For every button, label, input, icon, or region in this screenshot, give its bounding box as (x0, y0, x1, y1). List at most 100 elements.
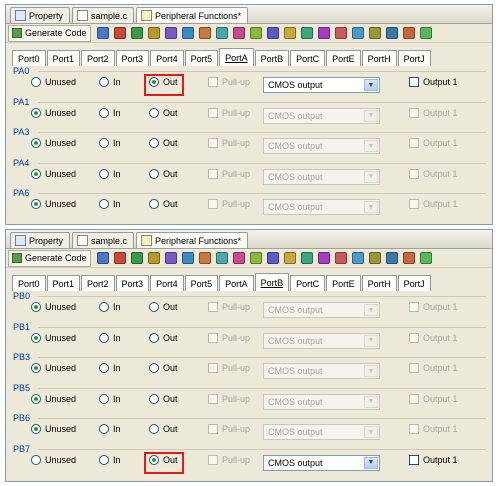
tab-peripheral-functions[interactable]: Peripheral Functions* (136, 232, 249, 248)
checkbox-box[interactable] (208, 424, 218, 434)
checkbox-box[interactable] (409, 454, 419, 465)
pb-in-radio[interactable]: In (99, 302, 121, 312)
toolbar-tool-7-icon[interactable] (199, 252, 212, 264)
radio-circle[interactable] (149, 199, 159, 209)
port-tab-portj[interactable]: PortJ (397, 50, 431, 66)
output-1-checkbox[interactable]: Output 1 (409, 77, 458, 87)
output-type-select[interactable]: CMOS output ▼ (263, 424, 380, 440)
radio-circle[interactable] (99, 138, 109, 148)
radio-circle[interactable] (149, 302, 159, 312)
port-tab-portj[interactable]: PortJ (397, 275, 431, 291)
pull-up-checkbox[interactable]: Pull-up (208, 332, 250, 343)
toolbar-tool-8-icon[interactable] (216, 252, 229, 264)
toolbar-tool-2-icon[interactable] (114, 27, 127, 39)
pull-up-checkbox[interactable]: Pull-up (208, 454, 250, 465)
toolbar-tool-1-icon[interactable] (97, 27, 110, 39)
output-type-select[interactable]: CMOS output ▼ (263, 107, 380, 124)
toolbar-tool-17-icon[interactable] (369, 27, 382, 39)
toolbar-tool-5-icon[interactable] (165, 252, 178, 264)
port-tab-portb[interactable]: PortB (254, 273, 290, 291)
pull-up-checkbox[interactable]: Pull-up (208, 393, 250, 404)
output-1-checkbox[interactable]: Output 1 (409, 199, 458, 209)
checkbox-box[interactable] (409, 424, 419, 434)
chevron-down-icon[interactable]: ▼ (364, 170, 378, 183)
toolbar-tool-9-icon[interactable] (233, 252, 246, 264)
pb-unused-radio[interactable]: Unused (31, 363, 76, 373)
chevron-down-icon[interactable]: ▼ (364, 201, 378, 213)
port-tab-porta[interactable]: PortA (219, 275, 254, 291)
toolbar-tool-17-icon[interactable] (369, 252, 382, 264)
radio-circle[interactable] (31, 77, 41, 87)
radio-circle[interactable] (31, 393, 41, 404)
toolbar-tool-6-icon[interactable] (182, 252, 195, 264)
checkbox-box[interactable] (409, 168, 419, 179)
radio-circle[interactable] (99, 107, 109, 118)
toolbar-tool-16-icon[interactable] (352, 252, 365, 264)
port-tab-port1[interactable]: Port1 (46, 50, 81, 66)
checkbox-box[interactable] (409, 199, 419, 209)
toolbar-tool-19-icon[interactable] (403, 252, 416, 264)
port-tab-porth[interactable]: PortH (361, 50, 397, 66)
pull-up-checkbox[interactable]: Pull-up (208, 77, 250, 87)
pa-unused-radio[interactable]: Unused (31, 107, 76, 118)
pb-out-radio[interactable]: Out (149, 393, 178, 404)
toolbar-tool-8-icon[interactable] (216, 27, 229, 39)
checkbox-box[interactable] (208, 107, 218, 118)
output-type-select[interactable]: CMOS output ▼ (263, 454, 380, 471)
pull-up-checkbox[interactable]: Pull-up (208, 168, 250, 179)
checkbox-box[interactable] (409, 393, 419, 404)
pb-unused-radio[interactable]: Unused (31, 302, 76, 312)
output-type-select[interactable]: CMOS output ▼ (263, 199, 380, 215)
port-tab-port5[interactable]: Port5 (184, 275, 219, 291)
port-tab-porte[interactable]: PortE (326, 275, 361, 291)
checkbox-box[interactable] (208, 302, 218, 312)
toolbar-tool-15-icon[interactable] (335, 27, 348, 39)
output-type-select[interactable]: CMOS output ▼ (263, 168, 380, 185)
toolbar-tool-18-icon[interactable] (386, 27, 399, 39)
radio-circle[interactable] (99, 77, 109, 87)
toolbar-tool-15-icon[interactable] (335, 252, 348, 264)
toolbar-tool-3-icon[interactable] (131, 27, 144, 39)
pa-unused-radio[interactable]: Unused (31, 199, 76, 209)
radio-circle[interactable] (31, 363, 41, 373)
toolbar-tool-4-icon[interactable] (148, 252, 161, 264)
output-1-checkbox[interactable]: Output 1 (409, 138, 458, 148)
port-tab-port5[interactable]: Port5 (184, 50, 219, 66)
radio-circle[interactable] (31, 332, 41, 343)
pa-in-radio[interactable]: In (99, 199, 121, 209)
port-tab-port4[interactable]: Port4 (150, 50, 184, 66)
port-tab-port0[interactable]: Port0 (12, 50, 46, 66)
checkbox-box[interactable] (208, 363, 218, 373)
tab-sample-c[interactable]: sample.c (72, 7, 135, 23)
radio-circle[interactable] (149, 138, 159, 148)
port-tab-port1[interactable]: Port1 (46, 275, 81, 291)
pb-out-radio[interactable]: Out (149, 424, 178, 434)
chevron-down-icon[interactable]: ▼ (364, 79, 378, 91)
output-1-checkbox[interactable]: Output 1 (409, 302, 458, 312)
radio-circle[interactable] (99, 393, 109, 404)
toolbar-tool-2-icon[interactable] (114, 252, 127, 264)
checkbox-box[interactable] (208, 393, 218, 404)
port-tab-port2[interactable]: Port2 (81, 50, 115, 66)
checkbox-box[interactable] (208, 199, 218, 209)
port-tab-port3[interactable]: Port3 (115, 275, 150, 291)
radio-circle[interactable] (99, 363, 109, 373)
toolbar-tool-14-icon[interactable] (318, 252, 331, 264)
checkbox-box[interactable] (208, 138, 218, 148)
radio-circle[interactable] (149, 168, 159, 179)
pb-out-radio[interactable]: Out (149, 302, 178, 312)
checkbox-box[interactable] (409, 138, 419, 148)
pb-unused-radio[interactable]: Unused (31, 454, 76, 465)
pa-out-radio[interactable]: Out (149, 77, 178, 87)
port-tab-porta[interactable]: PortA (219, 48, 254, 66)
port-tab-port4[interactable]: Port4 (150, 275, 184, 291)
toolbar-tool-11-icon[interactable] (267, 252, 280, 264)
chevron-down-icon[interactable]: ▼ (364, 456, 378, 469)
output-1-checkbox[interactable]: Output 1 (409, 393, 458, 404)
output-type-select[interactable]: CMOS output ▼ (263, 393, 380, 410)
chevron-down-icon[interactable]: ▼ (364, 395, 378, 408)
pa-unused-radio[interactable]: Unused (31, 138, 76, 148)
toolbar-tool-13-icon[interactable] (301, 27, 314, 39)
pb-out-radio[interactable]: Out (149, 332, 178, 343)
radio-circle[interactable] (149, 424, 159, 434)
